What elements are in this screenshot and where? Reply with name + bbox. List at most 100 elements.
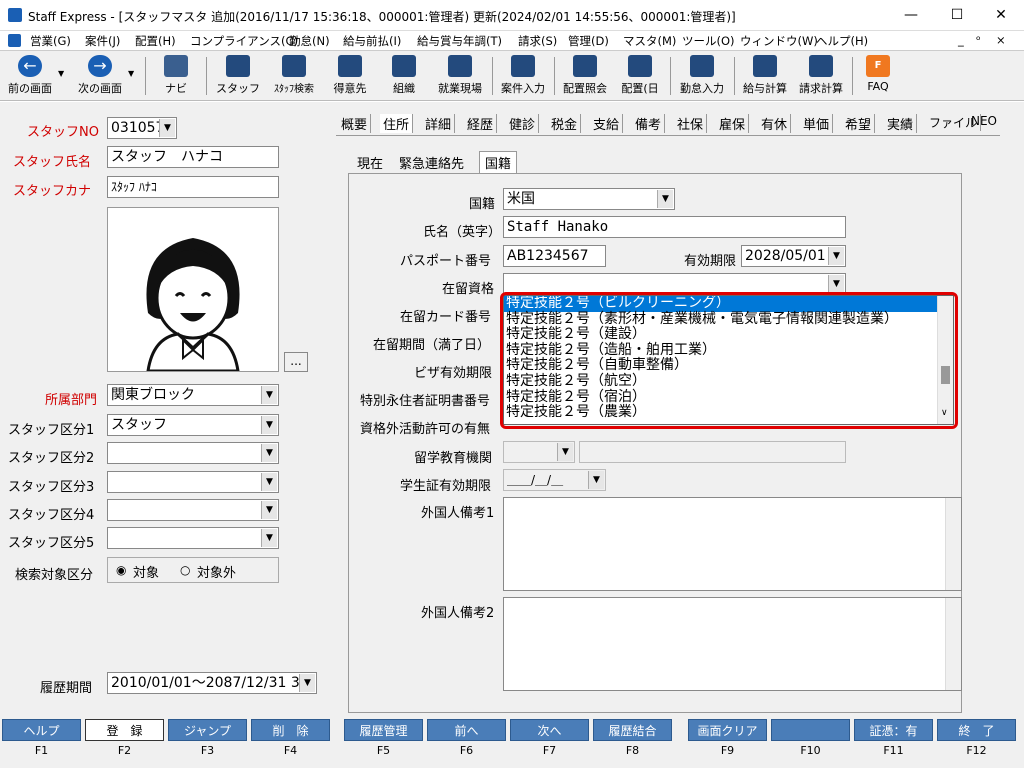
tab-checkup[interactable]: 健診 <box>506 114 540 133</box>
navi-button[interactable]: ナビ <box>152 53 200 99</box>
dept-select[interactable]: 関東ブロック ▼ <box>107 384 279 406</box>
arrow-left-icon: ← <box>18 55 42 77</box>
mdi-minimize-button[interactable]: _ <box>958 33 964 47</box>
tab-payment[interactable]: 支給 <box>590 114 624 133</box>
assignment-daily-button[interactable]: 配置(日 <box>614 53 666 99</box>
prev-screen-button[interactable]: ← 前の画面 <box>2 53 58 99</box>
toolbar-separator <box>492 57 493 95</box>
history-period-select[interactable]: 2010/01/01～2087/12/31 3 ▼ <box>107 672 317 694</box>
radio-checked-icon[interactable]: ◉ <box>116 563 126 577</box>
menu-attendance[interactable]: 勤怠(N) <box>289 33 330 49</box>
nationality-select[interactable]: 米国 ▼ <box>503 188 675 210</box>
passport-input[interactable]: AB1234567 <box>503 245 606 267</box>
kubun4-select[interactable]: ▼ <box>107 499 279 521</box>
kubun5-select[interactable]: ▼ <box>107 527 279 549</box>
title-bar: Staff Express - [スタッフマスタ 追加(2016/11/17 1… <box>0 0 1024 31</box>
staff-button[interactable]: スタッフ <box>212 53 264 99</box>
photo-browse-button[interactable]: ... <box>284 352 308 372</box>
f1-help-button[interactable]: ヘルプ <box>2 719 81 741</box>
f6-prev-button[interactable]: 前へ <box>427 719 506 741</box>
next-screen-button[interactable]: → 次の画面 <box>72 53 128 99</box>
tab-tax[interactable]: 税金 <box>548 114 582 133</box>
subtab-emergency-contact[interactable]: 緊急連絡先 <box>399 153 464 172</box>
foreign-note1-textarea[interactable] <box>503 497 962 591</box>
close-button[interactable]: ✕ <box>978 0 1024 31</box>
kubun2-select[interactable]: ▼ <box>107 442 279 464</box>
subtab-nationality[interactable]: 国籍 <box>479 151 518 175</box>
faq-button[interactable]: F FAQ <box>856 53 900 99</box>
minimize-button[interactable]: — <box>888 0 934 31</box>
tab-employment-insurance[interactable]: 雇保 <box>716 114 750 133</box>
menu-window[interactable]: ウィンドウ(W) <box>740 33 818 49</box>
assignment-inquiry-button[interactable]: 配置照会 <box>558 53 612 99</box>
kubun1-select[interactable]: スタッフ ▼ <box>107 414 279 436</box>
student-id-expiry-label: 学生証有効期限 <box>400 479 492 494</box>
menu-compliance[interactable]: コンプライアンス(C) <box>190 33 298 49</box>
f10-button[interactable] <box>771 719 850 741</box>
staff-name-input[interactable]: スタッフ ハナコ <box>107 146 279 168</box>
toolbar-separator <box>852 57 853 95</box>
staff-kana-input[interactable]: ｽﾀｯﾌ ﾊﾅｺ <box>107 176 279 198</box>
f3-jump-button[interactable]: ジャンプ <box>168 719 247 741</box>
name-en-input[interactable]: Staff Hanako <box>503 216 846 238</box>
f4-delete-button[interactable]: 削 除 <box>251 719 330 741</box>
foreign-note2-textarea[interactable] <box>503 597 962 691</box>
tab-results[interactable]: 実績 <box>884 114 918 133</box>
tab-address[interactable]: 住所 <box>380 114 414 133</box>
staff-photo <box>107 207 279 373</box>
salary-calc-button[interactable]: 給与計算 <box>738 53 792 99</box>
menu-tools[interactable]: ツール(O) <box>682 33 735 49</box>
f12-exit-button[interactable]: 終 了 <box>937 719 1016 741</box>
f2-register-button[interactable]: 登 録 <box>85 719 164 741</box>
menu-billing[interactable]: 請求(S) <box>518 33 557 49</box>
case-input-button[interactable]: 案件入力 <box>496 53 550 99</box>
menu-management[interactable]: 管理(D) <box>568 33 609 49</box>
maximize-button[interactable]: ☐ <box>934 0 980 31</box>
tab-career[interactable]: 経歴 <box>464 114 498 133</box>
note1-scrollbar[interactable] <box>945 498 961 590</box>
tab-preferences[interactable]: 希望 <box>842 114 876 133</box>
menu-sales[interactable]: 営業(G) <box>30 33 71 49</box>
chevron-down-icon: ▼ <box>159 119 175 137</box>
menu-cases[interactable]: 案件(J) <box>85 33 120 49</box>
tab-overview[interactable]: 概要 <box>338 114 372 133</box>
radio-unchecked-icon[interactable]: ○ <box>180 563 190 577</box>
menu-salary-bonus[interactable]: 給与賞与年調(T) <box>417 33 502 49</box>
chevron-down-icon: ▼ <box>828 275 844 293</box>
expiry-value: 2028/05/01 <box>745 248 826 264</box>
kubun3-label: スタッフ区分3 <box>8 480 95 495</box>
f9-clear-button[interactable]: 画面クリア <box>688 719 767 741</box>
subtab-current[interactable]: 現在 <box>357 153 383 172</box>
tab-details[interactable]: 詳細 <box>422 114 456 133</box>
f11-evidence-button[interactable]: 証憑：有 <box>854 719 933 741</box>
f7-next-button[interactable]: 次へ <box>510 719 589 741</box>
mdi-close-button[interactable]: × <box>996 33 1006 47</box>
tab-notes[interactable]: 備考 <box>632 114 666 133</box>
menu-salary-advance[interactable]: 給与前払(I) <box>343 33 401 49</box>
billing-calc-button[interactable]: 請求計算 <box>794 53 848 99</box>
prev-dropdown-arrow-icon[interactable]: ▼ <box>58 69 64 78</box>
note2-scrollbar[interactable] <box>945 598 961 690</box>
staff-no-select[interactable]: 031057 ▼ <box>107 117 177 139</box>
organization-button[interactable]: 組織 <box>380 53 428 99</box>
staff-search-button[interactable]: ｽﾀｯﾌ検索 <box>266 53 322 99</box>
expiry-date-picker[interactable]: 2028/05/01 ▼ <box>741 245 846 267</box>
mdi-restore-button[interactable]: ᵒ <box>976 33 981 47</box>
menu-master[interactable]: マスタ(M) <box>623 33 676 49</box>
menu-assignment[interactable]: 配置(H) <box>135 33 176 49</box>
school-select[interactable]: ▼ <box>503 441 575 463</box>
tab-neo[interactable]: NEO <box>968 114 1000 128</box>
workplace-button[interactable]: 就業現場 <box>432 53 488 99</box>
student-id-expiry-picker[interactable]: ＿＿/＿/＿ ▼ <box>503 469 606 491</box>
menu-help[interactable]: ヘルプ(H) <box>816 33 868 49</box>
customer-button[interactable]: 得意先 <box>326 53 374 99</box>
next-dropdown-arrow-icon[interactable]: ▼ <box>128 69 134 78</box>
organization-label: 組織 <box>393 82 415 95</box>
tab-social-insurance[interactable]: 社保 <box>674 114 708 133</box>
tab-paid-leave[interactable]: 有休 <box>758 114 792 133</box>
f8-history-merge-button[interactable]: 履歴結合 <box>593 719 672 741</box>
kubun3-select[interactable]: ▼ <box>107 471 279 493</box>
attendance-input-button[interactable]: 勤怠入力 <box>674 53 730 99</box>
tab-unit-price[interactable]: 単価 <box>800 114 834 133</box>
f5-history-button[interactable]: 履歴管理 <box>344 719 423 741</box>
